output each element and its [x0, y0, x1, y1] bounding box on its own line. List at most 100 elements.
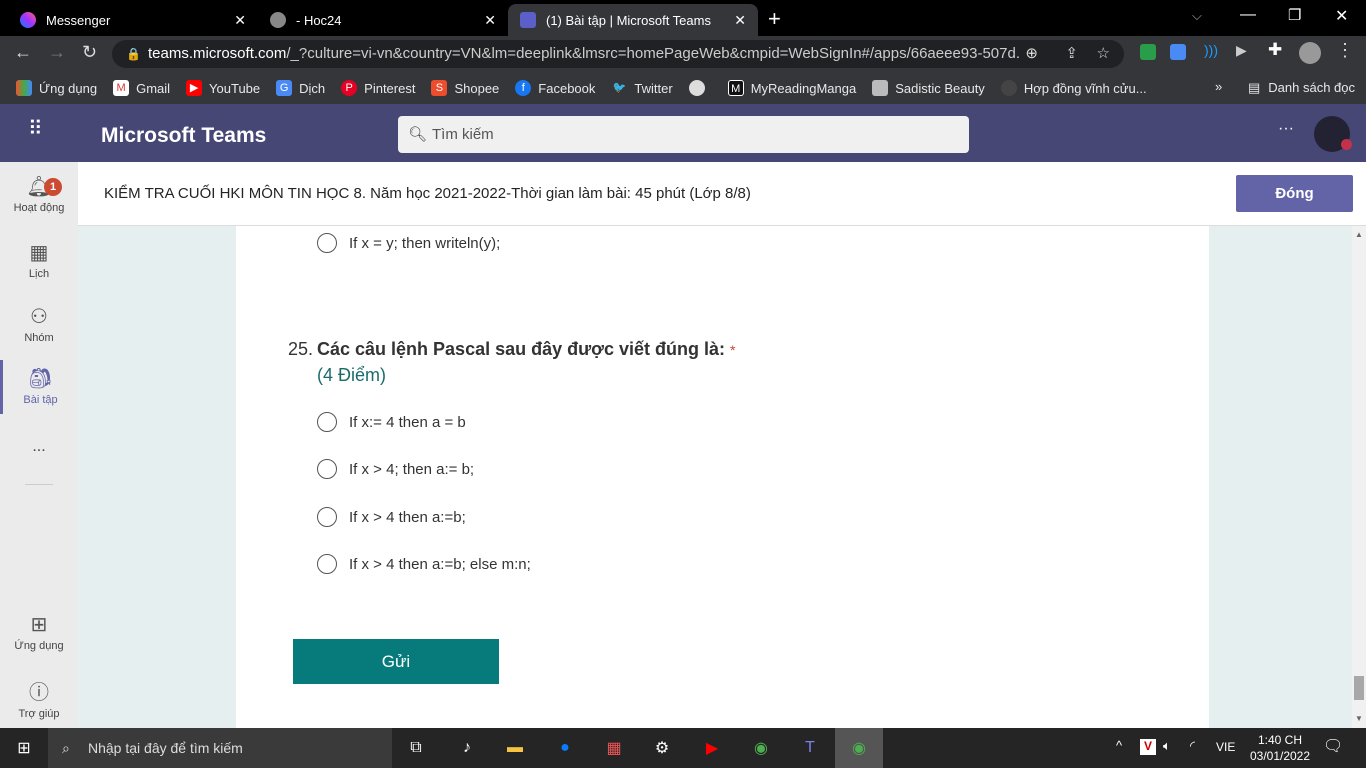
chrome-active-icon[interactable]: ◉	[835, 728, 883, 768]
twitter-icon: 🐦	[612, 82, 627, 94]
scroll-thumb[interactable]	[1354, 676, 1364, 700]
forward-icon[interactable]: →	[48, 42, 66, 63]
youtube-icon: ▶	[186, 80, 203, 96]
bell-icon: 🔔︎	[26, 176, 52, 198]
translate-icon: G	[276, 80, 293, 96]
shopee-icon: S	[431, 80, 448, 96]
language-indicator[interactable]: VIE	[1216, 740, 1235, 754]
zalo-icon[interactable]: ●	[541, 728, 589, 768]
settings-gear-icon[interactable]: ⚙	[638, 728, 686, 768]
submit-button[interactable]: Gửi	[293, 639, 499, 684]
youtube-icon[interactable]: ▶	[688, 728, 736, 768]
user-avatar[interactable]	[1314, 116, 1352, 152]
tab-search-icon[interactable]: ⌵	[1192, 8, 1202, 24]
teams-icon[interactable]: T	[786, 728, 834, 768]
wifi-icon[interactable]: ◜	[1190, 738, 1195, 754]
scroll-up-icon[interactable]: ▲	[1355, 230, 1363, 239]
scroll-down-icon[interactable]: ▼	[1355, 714, 1363, 723]
app-launcher-icon[interactable]: ⠿	[28, 116, 43, 141]
share-icon[interactable]: ⇪	[1065, 40, 1078, 68]
bookmark-youtube[interactable]: ▶ YouTube	[186, 80, 260, 96]
profile-avatar[interactable]	[1299, 42, 1321, 64]
radio-button[interactable]	[317, 554, 337, 574]
bookmark-apps[interactable]: Ứng dụng	[16, 80, 97, 96]
bookmark-facebook[interactable]: f Facebook	[515, 80, 595, 96]
more-bookmarks-button[interactable]: »	[1215, 79, 1222, 94]
restore-button[interactable]: ❐	[1288, 6, 1301, 24]
bookmark-shopee[interactable]: S Shopee	[431, 80, 499, 96]
bookmark-sadistic-beauty[interactable]: Sadistic Beauty	[872, 80, 985, 96]
bookmark-star-icon[interactable]: ☆	[1097, 40, 1110, 68]
app-rail: 🔔︎ Hoạt động 1 ▦ Lịch ⚇ Nhóm 🎒︎ Bài tập ... ⊞…	[0, 162, 78, 728]
bookmark-translate[interactable]: G Dịch	[276, 80, 325, 96]
extension-s-icon[interactable]	[1140, 44, 1156, 60]
address-bar[interactable]: 🔒 teams.microsoft.com/_?culture=vi-vn&co…	[112, 40, 1124, 68]
clock[interactable]: 1:40 CH 03/01/2022	[1246, 732, 1314, 764]
reading-list-label: Danh sách đọc	[1268, 80, 1356, 95]
tab-hoc24[interactable]: - Hoc24 ✕	[258, 4, 508, 36]
gmail-icon: M	[113, 80, 130, 96]
app-grid-icon[interactable]: ▦	[590, 728, 638, 768]
page-title: KIỂM TRA CUỐI HKI MÔN TIN HỌC 8. Năm học…	[104, 185, 751, 202]
option-3[interactable]: If x > 4 then a:=b;	[317, 507, 466, 527]
taskbar-search[interactable]: ⌕ Nhập tại đây để tìm kiếm	[48, 728, 392, 768]
rail-help[interactable]: ⓘ Trợ giúp	[0, 676, 78, 720]
extension-wave-icon[interactable]: )))	[1204, 42, 1218, 58]
tab-messenger[interactable]: Messenger ✕	[8, 4, 258, 36]
option-1[interactable]: If x:= 4 then a = b	[317, 412, 466, 432]
rail-teams[interactable]: ⚇ Nhóm	[0, 304, 78, 344]
zoom-icon[interactable]: ⊕	[1019, 40, 1044, 68]
mask-icon	[1000, 80, 1017, 96]
chrome-icon[interactable]: ◉	[737, 728, 785, 768]
close-button[interactable]: Đóng	[1236, 175, 1353, 212]
new-tab-button[interactable]: +	[768, 6, 781, 32]
bookmark-myreadingmanga[interactable]: M MyReadingManga	[727, 80, 856, 96]
google-translate-icon[interactable]	[1170, 44, 1186, 60]
vietkey-icon[interactable]: V	[1140, 739, 1156, 755]
bookmark-twitter[interactable]: 🐦 Twitter	[611, 80, 673, 96]
rail-activity[interactable]: 🔔︎ Hoạt động 1	[0, 174, 78, 214]
rail-calendar[interactable]: ▦ Lịch	[0, 240, 78, 280]
bookmark-pinterest[interactable]: P Pinterest	[341, 80, 415, 96]
radio-button[interactable]	[317, 459, 337, 479]
browser-tab-bar: Messenger ✕ - Hoc24 ✕ (1) Bài tập | Micros…	[0, 0, 1366, 36]
scrollbar[interactable]: ▲ ▼	[1352, 226, 1366, 728]
radio-button[interactable]	[317, 412, 337, 432]
radio-button[interactable]	[317, 233, 337, 253]
task-view-icon[interactable]: ⧉	[392, 728, 440, 768]
reload-icon[interactable]: ↻	[82, 42, 97, 63]
radio-button[interactable]	[317, 507, 337, 527]
bookmark-globe[interactable]	[688, 80, 712, 96]
start-button[interactable]: ⊞	[0, 728, 48, 768]
notification-badge: 1	[44, 178, 62, 196]
question-points: (4 Điểm)	[317, 365, 387, 385]
lock-icon: 🔒	[126, 47, 141, 61]
close-tab-icon[interactable]: ✕	[734, 12, 746, 29]
extensions-puzzle-icon[interactable]: ✚	[1268, 40, 1282, 60]
close-tab-icon[interactable]: ✕	[234, 12, 246, 29]
minimize-button[interactable]: —	[1240, 6, 1256, 24]
show-hidden-icons[interactable]: ^	[1116, 738, 1122, 753]
menu-icon[interactable]: ⋮	[1336, 40, 1354, 61]
bookmark-gmail[interactable]: M Gmail	[113, 80, 170, 96]
file-explorer-icon[interactable]: ▬	[491, 728, 539, 768]
volume-icon[interactable]: 🔈︎	[1163, 738, 1171, 754]
notifications-icon[interactable]: 🗨︎	[1323, 736, 1343, 756]
reading-list-button[interactable]: ▤ Danh sách đọc	[1248, 80, 1355, 96]
option-4[interactable]: If x > 4 then a:=b; else m:n;	[317, 554, 531, 574]
bookmark-hop-dong[interactable]: Hợp đồng vĩnh cửu...	[1000, 80, 1147, 96]
rail-more[interactable]: ...	[0, 438, 78, 456]
search-input[interactable]: 🔍︎ Tìm kiếm	[398, 116, 969, 153]
tab-teams[interactable]: (1) Bài tập | Microsoft Teams ✕	[508, 4, 758, 36]
apps-grid-icon	[16, 80, 32, 96]
tiktok-icon[interactable]: ♪	[443, 728, 491, 768]
option-2[interactable]: If x > 4; then a:= b;	[317, 459, 474, 479]
extension-cursor-icon[interactable]: ▶	[1236, 42, 1247, 59]
close-window-button[interactable]: ✕	[1335, 6, 1348, 26]
rail-apps[interactable]: ⊞ Ứng dụng	[0, 612, 78, 652]
close-tab-icon[interactable]: ✕	[484, 12, 496, 29]
back-icon[interactable]: ←	[14, 42, 32, 63]
prev-option[interactable]: If x = y; then writeln(y);	[317, 233, 500, 253]
more-options-button[interactable]: ···	[1278, 120, 1294, 138]
rail-assignments[interactable]: 🎒︎ Bài tập	[0, 360, 78, 414]
